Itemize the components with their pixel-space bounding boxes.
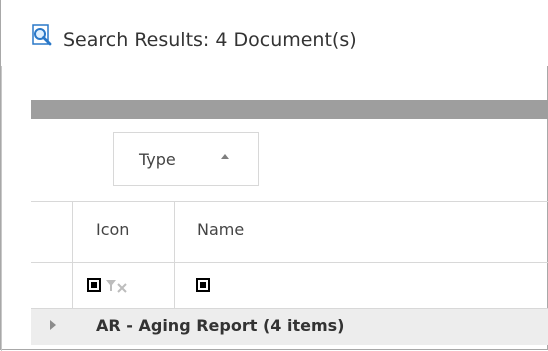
expand-icon[interactable] bbox=[50, 320, 56, 330]
panel-title: Search Results: 4 Document(s) bbox=[63, 29, 357, 51]
clear-filter-icon[interactable] bbox=[106, 278, 130, 293]
column-header-icon[interactable]: Icon bbox=[96, 220, 129, 239]
column-header-name[interactable]: Name bbox=[197, 220, 244, 239]
group-by-type-chip[interactable]: Type bbox=[113, 132, 259, 186]
icon-column-divider bbox=[174, 201, 175, 309]
header-row-divider bbox=[31, 262, 548, 263]
name-filter-checkbox[interactable] bbox=[196, 278, 210, 292]
expander-column-divider bbox=[72, 201, 73, 309]
grid-top-border bbox=[31, 201, 548, 202]
search-results-panel: Search Results: 4 Document(s) Type Icon … bbox=[0, 0, 548, 351]
search-document-icon bbox=[31, 24, 55, 50]
sort-ascending-icon bbox=[221, 154, 229, 159]
icon-filter-checkbox[interactable] bbox=[87, 278, 101, 292]
group-row-label: AR - Aging Report (4 items) bbox=[96, 316, 345, 335]
panel-header: Search Results: 4 Document(s) bbox=[1, 0, 548, 66]
group-panel-bar bbox=[31, 100, 548, 119]
group-by-label: Type bbox=[139, 150, 176, 169]
